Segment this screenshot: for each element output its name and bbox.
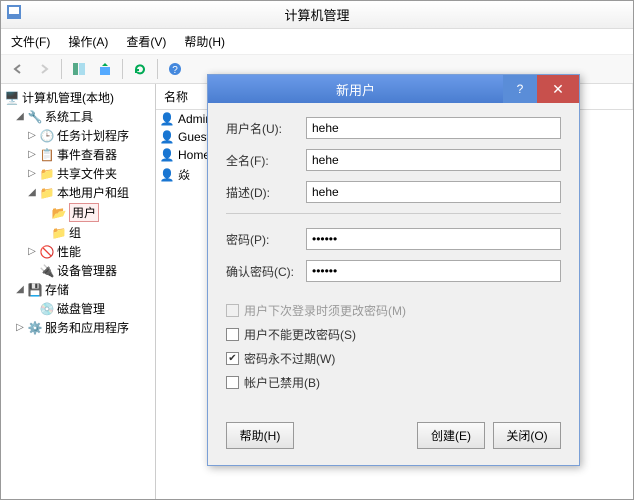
perf-icon: 🚫 xyxy=(40,245,54,259)
create-button[interactable]: 创建(E) xyxy=(417,422,485,449)
expand-icon[interactable]: ▷ xyxy=(27,168,37,179)
user-icon: 👤 xyxy=(160,148,174,162)
menu-action[interactable]: 操作(A) xyxy=(64,31,112,52)
storage-icon: 💾 xyxy=(28,283,42,297)
users-icon: 📁 xyxy=(40,186,54,200)
collapse-icon[interactable]: ◢ xyxy=(15,111,25,122)
description-label: 描述(D): xyxy=(226,184,306,201)
confirm-label: 确认密码(C): xyxy=(226,263,306,280)
disabled-checkbox[interactable] xyxy=(226,376,239,389)
service-icon: ⚙️ xyxy=(28,321,42,335)
svg-text:?: ? xyxy=(172,65,178,76)
confirm-password-input[interactable] xyxy=(306,260,561,282)
menu-file[interactable]: 文件(F) xyxy=(7,31,54,52)
tree-users[interactable]: 📂用户 xyxy=(3,202,153,223)
toolbar-separator xyxy=(157,59,158,79)
tree-storage[interactable]: ◢💾存储 xyxy=(3,280,153,299)
tree-shared-folders[interactable]: ▷📁共享文件夹 xyxy=(3,164,153,183)
dialog-title: 新用户 xyxy=(208,80,503,99)
toolbar-separator xyxy=(61,59,62,79)
expand-icon[interactable]: ▷ xyxy=(27,130,37,141)
never-expire-checkbox[interactable]: ✔ xyxy=(226,352,239,365)
export-button[interactable] xyxy=(94,58,116,80)
computer-icon: 🖥️ xyxy=(5,91,19,105)
new-user-dialog: 新用户 ? ✕ 用户名(U): 全名(F): 描述(D): 密码(P): 确认密… xyxy=(207,74,580,466)
password-input[interactable] xyxy=(306,228,561,250)
toolbar-separator xyxy=(122,59,123,79)
share-icon: 📁 xyxy=(40,167,54,181)
menubar: 文件(F) 操作(A) 查看(V) 帮助(H) xyxy=(1,29,633,55)
app-icon xyxy=(7,5,21,22)
refresh-button[interactable] xyxy=(129,58,151,80)
collapse-icon[interactable]: ◢ xyxy=(27,187,37,198)
menu-help[interactable]: 帮助(H) xyxy=(180,31,229,52)
tree-services[interactable]: ▷⚙️服务和应用程序 xyxy=(3,318,153,337)
dialog-close-button[interactable]: ✕ xyxy=(537,75,579,103)
wrench-icon: 🔧 xyxy=(28,110,42,124)
user-icon: 👤 xyxy=(160,112,174,126)
tree-task-scheduler[interactable]: ▷🕒任务计划程序 xyxy=(3,126,153,145)
show-hide-button[interactable] xyxy=(68,58,90,80)
tree-root[interactable]: 🖥️计算机管理(本地) xyxy=(3,88,153,107)
nav-forward-button[interactable] xyxy=(33,58,55,80)
folder-icon: 📁 xyxy=(52,226,66,240)
log-icon: 📋 xyxy=(40,148,54,162)
tree-device-manager[interactable]: 🔌设备管理器 xyxy=(3,261,153,280)
password-label: 密码(P): xyxy=(226,231,306,248)
must-change-checkbox xyxy=(226,304,239,317)
expand-icon[interactable]: ▷ xyxy=(27,246,37,257)
username-label: 用户名(U): xyxy=(226,120,306,137)
fullname-label: 全名(F): xyxy=(226,152,306,169)
close-button[interactable]: 关闭(O) xyxy=(493,422,561,449)
must-change-row: 用户下次登录时须更改密码(M) xyxy=(226,302,561,319)
tree-local-users[interactable]: ◢📁本地用户和组 xyxy=(3,183,153,202)
description-input[interactable] xyxy=(306,181,561,203)
user-icon: 👤 xyxy=(160,130,174,144)
window-title: 计算机管理 xyxy=(284,8,349,23)
never-expire-row[interactable]: ✔ 密码永不过期(W) xyxy=(226,350,561,367)
username-input[interactable] xyxy=(306,117,561,139)
tree-disk-management[interactable]: 💿磁盘管理 xyxy=(3,299,153,318)
expand-icon[interactable]: ▷ xyxy=(27,149,37,160)
dialog-body: 用户名(U): 全名(F): 描述(D): 密码(P): 确认密码(C): 用户… xyxy=(208,103,579,412)
collapse-icon[interactable]: ◢ xyxy=(15,284,25,295)
folder-icon: 📂 xyxy=(52,206,66,220)
disk-icon: 💿 xyxy=(40,302,54,316)
tree-panel: 🖥️计算机管理(本地) ◢🔧系统工具 ▷🕒任务计划程序 ▷📋事件查看器 ▷📁共享… xyxy=(1,84,156,499)
dialog-footer: 帮助(H) 创建(E) 关闭(O) xyxy=(208,412,579,465)
menu-view[interactable]: 查看(V) xyxy=(122,31,170,52)
help-button[interactable]: ? xyxy=(164,58,186,80)
dialog-titlebar: 新用户 ? ✕ xyxy=(208,75,579,103)
clock-icon: 🕒 xyxy=(40,129,54,143)
help-button[interactable]: 帮助(H) xyxy=(226,422,294,449)
expand-icon[interactable]: ▷ xyxy=(15,322,25,333)
titlebar: 计算机管理 xyxy=(1,1,633,29)
user-icon: 👤 xyxy=(160,168,174,182)
dialog-help-button[interactable]: ? xyxy=(503,75,537,103)
fullname-input[interactable] xyxy=(306,149,561,171)
cannot-change-row[interactable]: 用户不能更改密码(S) xyxy=(226,326,561,343)
cannot-change-checkbox[interactable] xyxy=(226,328,239,341)
tree-system-tools[interactable]: ◢🔧系统工具 xyxy=(3,107,153,126)
nav-back-button[interactable] xyxy=(7,58,29,80)
device-icon: 🔌 xyxy=(40,264,54,278)
divider xyxy=(226,213,561,214)
disabled-row[interactable]: 帐户已禁用(B) xyxy=(226,374,561,391)
tree-groups[interactable]: 📁组 xyxy=(3,223,153,242)
tree-event-viewer[interactable]: ▷📋事件查看器 xyxy=(3,145,153,164)
tree-performance[interactable]: ▷🚫性能 xyxy=(3,242,153,261)
